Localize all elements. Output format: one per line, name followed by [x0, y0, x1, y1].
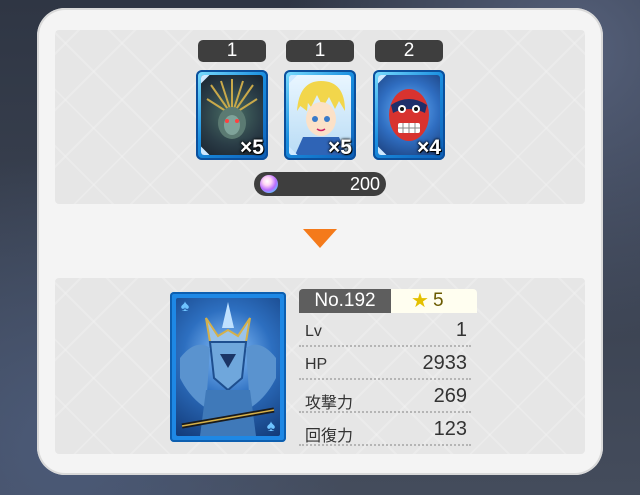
result-monster-card[interactable]: ♠ ♠ — [170, 292, 286, 442]
rarity-value: 5 — [433, 290, 444, 311]
water-attribute-icon: ♠ — [266, 418, 276, 435]
stat-value: 2933 — [422, 352, 468, 374]
stat-row-attack: 攻撃力 269 — [299, 383, 471, 413]
stat-label: HP — [305, 356, 328, 373]
stat-row-recovery: 回復力 123 — [299, 416, 471, 446]
fusion-cost: 200 — [254, 172, 386, 196]
material-card[interactable]: ×5 — [284, 70, 356, 160]
rarity-badge: ★ 5 — [391, 289, 477, 313]
material-quantity: ×5 — [328, 136, 352, 159]
stat-row-level: Lv 1 — [299, 317, 471, 347]
water-attribute-icon: ♠ — [180, 298, 190, 315]
stat-value: 1 — [455, 319, 467, 341]
fusion-cost-value: 200 — [349, 174, 380, 194]
stat-label: Lv — [305, 323, 322, 340]
fusion-orb-icon — [260, 175, 278, 193]
material-quantity: ×5 — [240, 136, 264, 159]
star-icon: ★ — [411, 290, 429, 312]
stat-row-hp: HP 2933 — [299, 350, 471, 380]
material-card[interactable]: ×4 — [373, 70, 445, 160]
stat-value: 123 — [433, 418, 467, 440]
down-arrow-icon — [303, 229, 337, 248]
material-count: 1 — [198, 40, 266, 62]
stat-value: 269 — [433, 385, 467, 407]
monster-number: No.192 — [299, 289, 391, 313]
armored-knight-portrait — [180, 302, 276, 436]
material-quantity: ×4 — [417, 136, 441, 159]
stat-label: 回復力 — [305, 428, 354, 445]
stat-label: 攻撃力 — [305, 395, 354, 412]
material-count: 2 — [375, 40, 443, 62]
material-count: 1 — [286, 40, 354, 62]
material-card[interactable]: ×5 — [196, 70, 268, 160]
